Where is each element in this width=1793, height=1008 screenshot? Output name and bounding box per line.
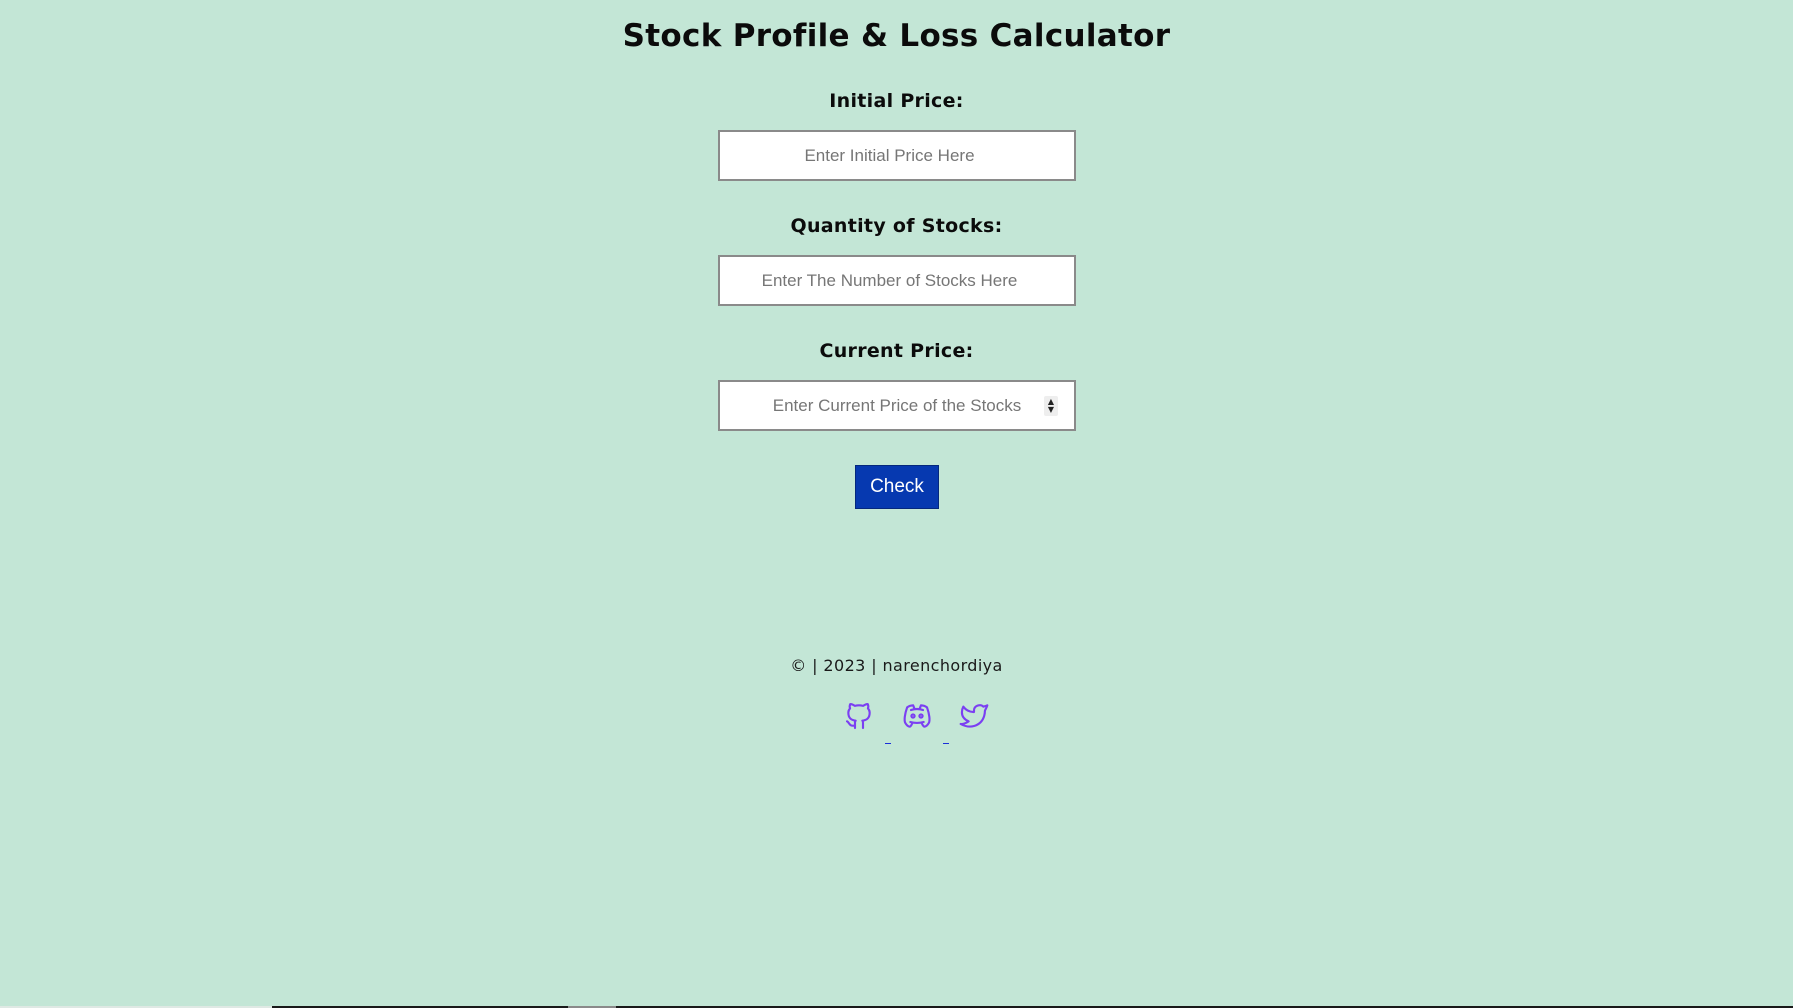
initial-price-input[interactable] (718, 130, 1076, 181)
number-spinner[interactable]: ▲ ▼ (1044, 396, 1058, 416)
quantity-label: Quantity of Stocks: (790, 215, 1003, 237)
twitter-link[interactable] (958, 700, 990, 732)
spinner-down-icon[interactable]: ▼ (1044, 406, 1058, 414)
github-link[interactable] (843, 700, 875, 732)
check-button[interactable]: Check (855, 465, 939, 509)
initial-price-label: Initial Price: (829, 90, 964, 112)
footer-copyright: © | 2023 | narenchordiya (790, 656, 1003, 675)
discord-icon (903, 704, 931, 728)
link-underline (943, 743, 949, 744)
current-price-input[interactable] (718, 380, 1076, 431)
page-title: Stock Profile & Loss Calculator (622, 18, 1171, 54)
current-price-label: Current Price: (819, 340, 974, 362)
link-underline (885, 743, 891, 744)
github-icon (845, 703, 871, 730)
quantity-input[interactable] (718, 255, 1076, 306)
twitter-icon (959, 704, 989, 728)
discord-link[interactable] (901, 700, 933, 732)
